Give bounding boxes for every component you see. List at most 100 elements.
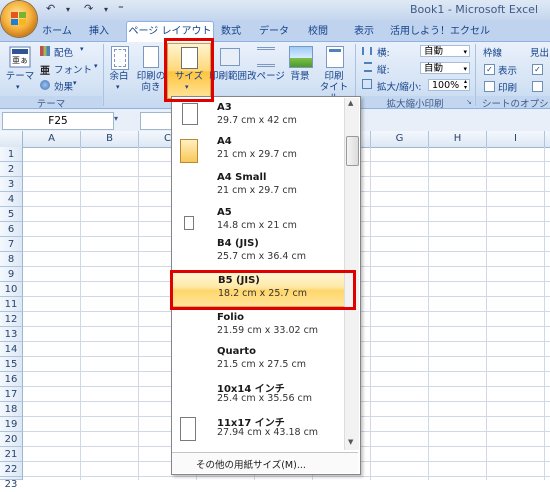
chevron-down-icon: ▾ [80, 45, 84, 53]
paper-size-item-10x14[interactable]: 10x14 インチ 25.4 cm x 35.56 cm [172, 377, 348, 415]
select-all-corner[interactable] [0, 131, 23, 147]
font-icon: 亜 [40, 66, 50, 77]
dialog-launcher-icon[interactable]: ↘ [466, 98, 472, 106]
paper-size-item-quarto[interactable]: Quarto 21.5 cm x 27.5 cm [172, 343, 348, 381]
svg-text:亜ぁ: 亜ぁ [12, 56, 28, 65]
paper-size-item-b4-jis[interactable]: B4 (JIS) 25.7 cm x 36.4 cm [172, 235, 348, 273]
row-header[interactable]: 11 [0, 297, 23, 312]
row-header[interactable]: 16 [0, 372, 23, 387]
row-header[interactable]: 8 [0, 252, 23, 267]
paper-size-item-a4[interactable]: A4 21 cm x 29.7 cm [172, 133, 348, 171]
scroll-down-arrow-icon[interactable]: ▼ [348, 438, 353, 446]
row-header[interactable]: 21 [0, 447, 23, 462]
row-header[interactable]: 10 [0, 282, 23, 297]
row-header[interactable]: 9 [0, 267, 23, 282]
headings-view-checkbox[interactable]: ✓ [532, 64, 543, 75]
background-button[interactable]: 背景 [286, 46, 314, 94]
gridlines-print-checkbox[interactable] [484, 81, 495, 92]
column-header-i[interactable]: I [487, 131, 545, 147]
theme-colors-button[interactable]: 配色 ▾ [40, 44, 98, 59]
row-header[interactable]: 20 [0, 432, 23, 447]
gridlines-label: 枠線 [483, 48, 503, 59]
tab-review[interactable]: 校閲 [300, 22, 336, 41]
breaks-button[interactable]: 改ページ [247, 46, 285, 94]
breaks-label: 改ページ [247, 71, 285, 82]
row-header[interactable]: 17 [0, 387, 23, 402]
themes-button[interactable]: 亜ぁ テーマ ▾ [6, 46, 34, 92]
more-paper-sizes-button[interactable]: その他の用紙サイズ(M)... [172, 452, 358, 473]
paper-size-item-11x17[interactable]: 11x17 インチ 27.94 cm x 43.18 cm [172, 411, 348, 449]
row-header[interactable]: 12 [0, 312, 23, 327]
row-header[interactable]: 15 [0, 357, 23, 372]
paper-size-item-a3[interactable]: A3 29.7 cm x 42 cm [172, 99, 348, 137]
row-header[interactable]: 4 [0, 192, 23, 207]
scale-label: 拡大/縮小: [377, 82, 422, 93]
tab-view[interactable]: 表示 [346, 22, 382, 41]
office-logo-icon [11, 12, 26, 25]
tab-data[interactable]: データ [256, 22, 292, 41]
tab-home[interactable]: ホーム [38, 22, 76, 41]
margins-button[interactable]: 余白 ▾ [106, 46, 132, 94]
row-header[interactable]: 13 [0, 327, 23, 342]
print-titles-button[interactable]: 印刷 タイトル [316, 46, 352, 104]
row-header[interactable]: 7 [0, 237, 23, 252]
paper-size-item-folio[interactable]: Folio 21.59 cm x 33.02 cm [172, 309, 348, 347]
row-header[interactable]: 18 [0, 402, 23, 417]
gridlines-view-checkbox[interactable]: ✓ [484, 64, 495, 75]
row-header[interactable]: 14 [0, 342, 23, 357]
scroll-thumb[interactable] [346, 136, 359, 166]
row-header[interactable]: 2 [0, 162, 23, 177]
column-header-g[interactable]: G [371, 131, 429, 147]
paper-size-dimensions: 29.7 cm x 42 cm [217, 115, 297, 126]
column-header-b[interactable]: B [81, 131, 139, 147]
column-header-h[interactable]: H [429, 131, 487, 147]
tab-formulas[interactable]: 数式 [214, 22, 248, 41]
tab-insert[interactable]: 挿入 [82, 22, 116, 41]
chevron-down-icon: ▾ [463, 65, 467, 73]
group-separator [103, 44, 104, 106]
tab-katsuyou-excel[interactable]: 活用しよう！エクセル [390, 22, 490, 41]
row-header[interactable]: 6 [0, 222, 23, 237]
orientation-icon [143, 46, 159, 68]
print-area-button[interactable]: 印刷範囲 [209, 46, 248, 94]
scale-percent-value: 100% [432, 80, 460, 91]
scale-percent-spinner[interactable]: 100% ▴ ▾ [428, 79, 470, 91]
dropdown-scrollbar[interactable]: ▲ ▼ [344, 98, 359, 450]
background-label: 背景 [290, 71, 310, 82]
row-header[interactable]: 22 [0, 462, 23, 477]
name-box[interactable]: F25 [2, 112, 114, 130]
row-header[interactable]: 1 [0, 147, 23, 162]
name-box-dropdown-icon[interactable]: ▾ [114, 114, 118, 123]
orientation-button[interactable]: 印刷の 向き [136, 46, 166, 94]
paper-size-item-b5-jis[interactable]: B5 (JIS) 18.2 cm x 25.7 cm [172, 271, 348, 307]
background-picture-icon [289, 46, 313, 68]
row-header[interactable]: 5 [0, 207, 23, 222]
paper-size-dimensions: 21.5 cm x 27.5 cm [217, 359, 306, 370]
column-header-a[interactable]: A [23, 131, 81, 147]
headings-print-checkbox[interactable] [532, 81, 543, 92]
formula-input[interactable] [140, 112, 174, 130]
theme-fonts-button[interactable]: 亜 フォント ▾ [40, 61, 98, 77]
theme-effects-button[interactable]: 効果 ▾ [40, 78, 98, 93]
size-button[interactable]: サイズ ▾ [167, 43, 211, 99]
scale-icon [362, 79, 372, 89]
scale-height-dropdown[interactable]: 自動 ▾ [420, 62, 470, 74]
row-header[interactable]: 3 [0, 177, 23, 192]
breaks-icon [257, 47, 275, 67]
chevron-down-icon: ▾ [94, 62, 98, 70]
scale-width-value: 自動 [424, 46, 444, 57]
scale-width-dropdown[interactable]: 自動 ▾ [420, 45, 470, 57]
print-area-label: 印刷範囲 [208, 71, 247, 82]
tab-page-layout[interactable]: ページ レイアウト [126, 21, 214, 43]
paper-size-name: Quarto [217, 346, 256, 357]
office-button[interactable] [1, 1, 37, 37]
gridlines-view-label: 表示 [498, 66, 518, 77]
paper-size-item-a4-small[interactable]: A4 Small 21 cm x 29.7 cm [172, 169, 348, 207]
page-icon [180, 417, 196, 441]
scroll-up-arrow-icon[interactable]: ▲ [348, 99, 353, 107]
spinner-arrows-icon: ▴ ▾ [463, 78, 467, 91]
row-header[interactable]: 19 [0, 417, 23, 432]
page-icon [180, 139, 198, 163]
palette-icon [40, 46, 50, 56]
size-icon [181, 47, 198, 69]
